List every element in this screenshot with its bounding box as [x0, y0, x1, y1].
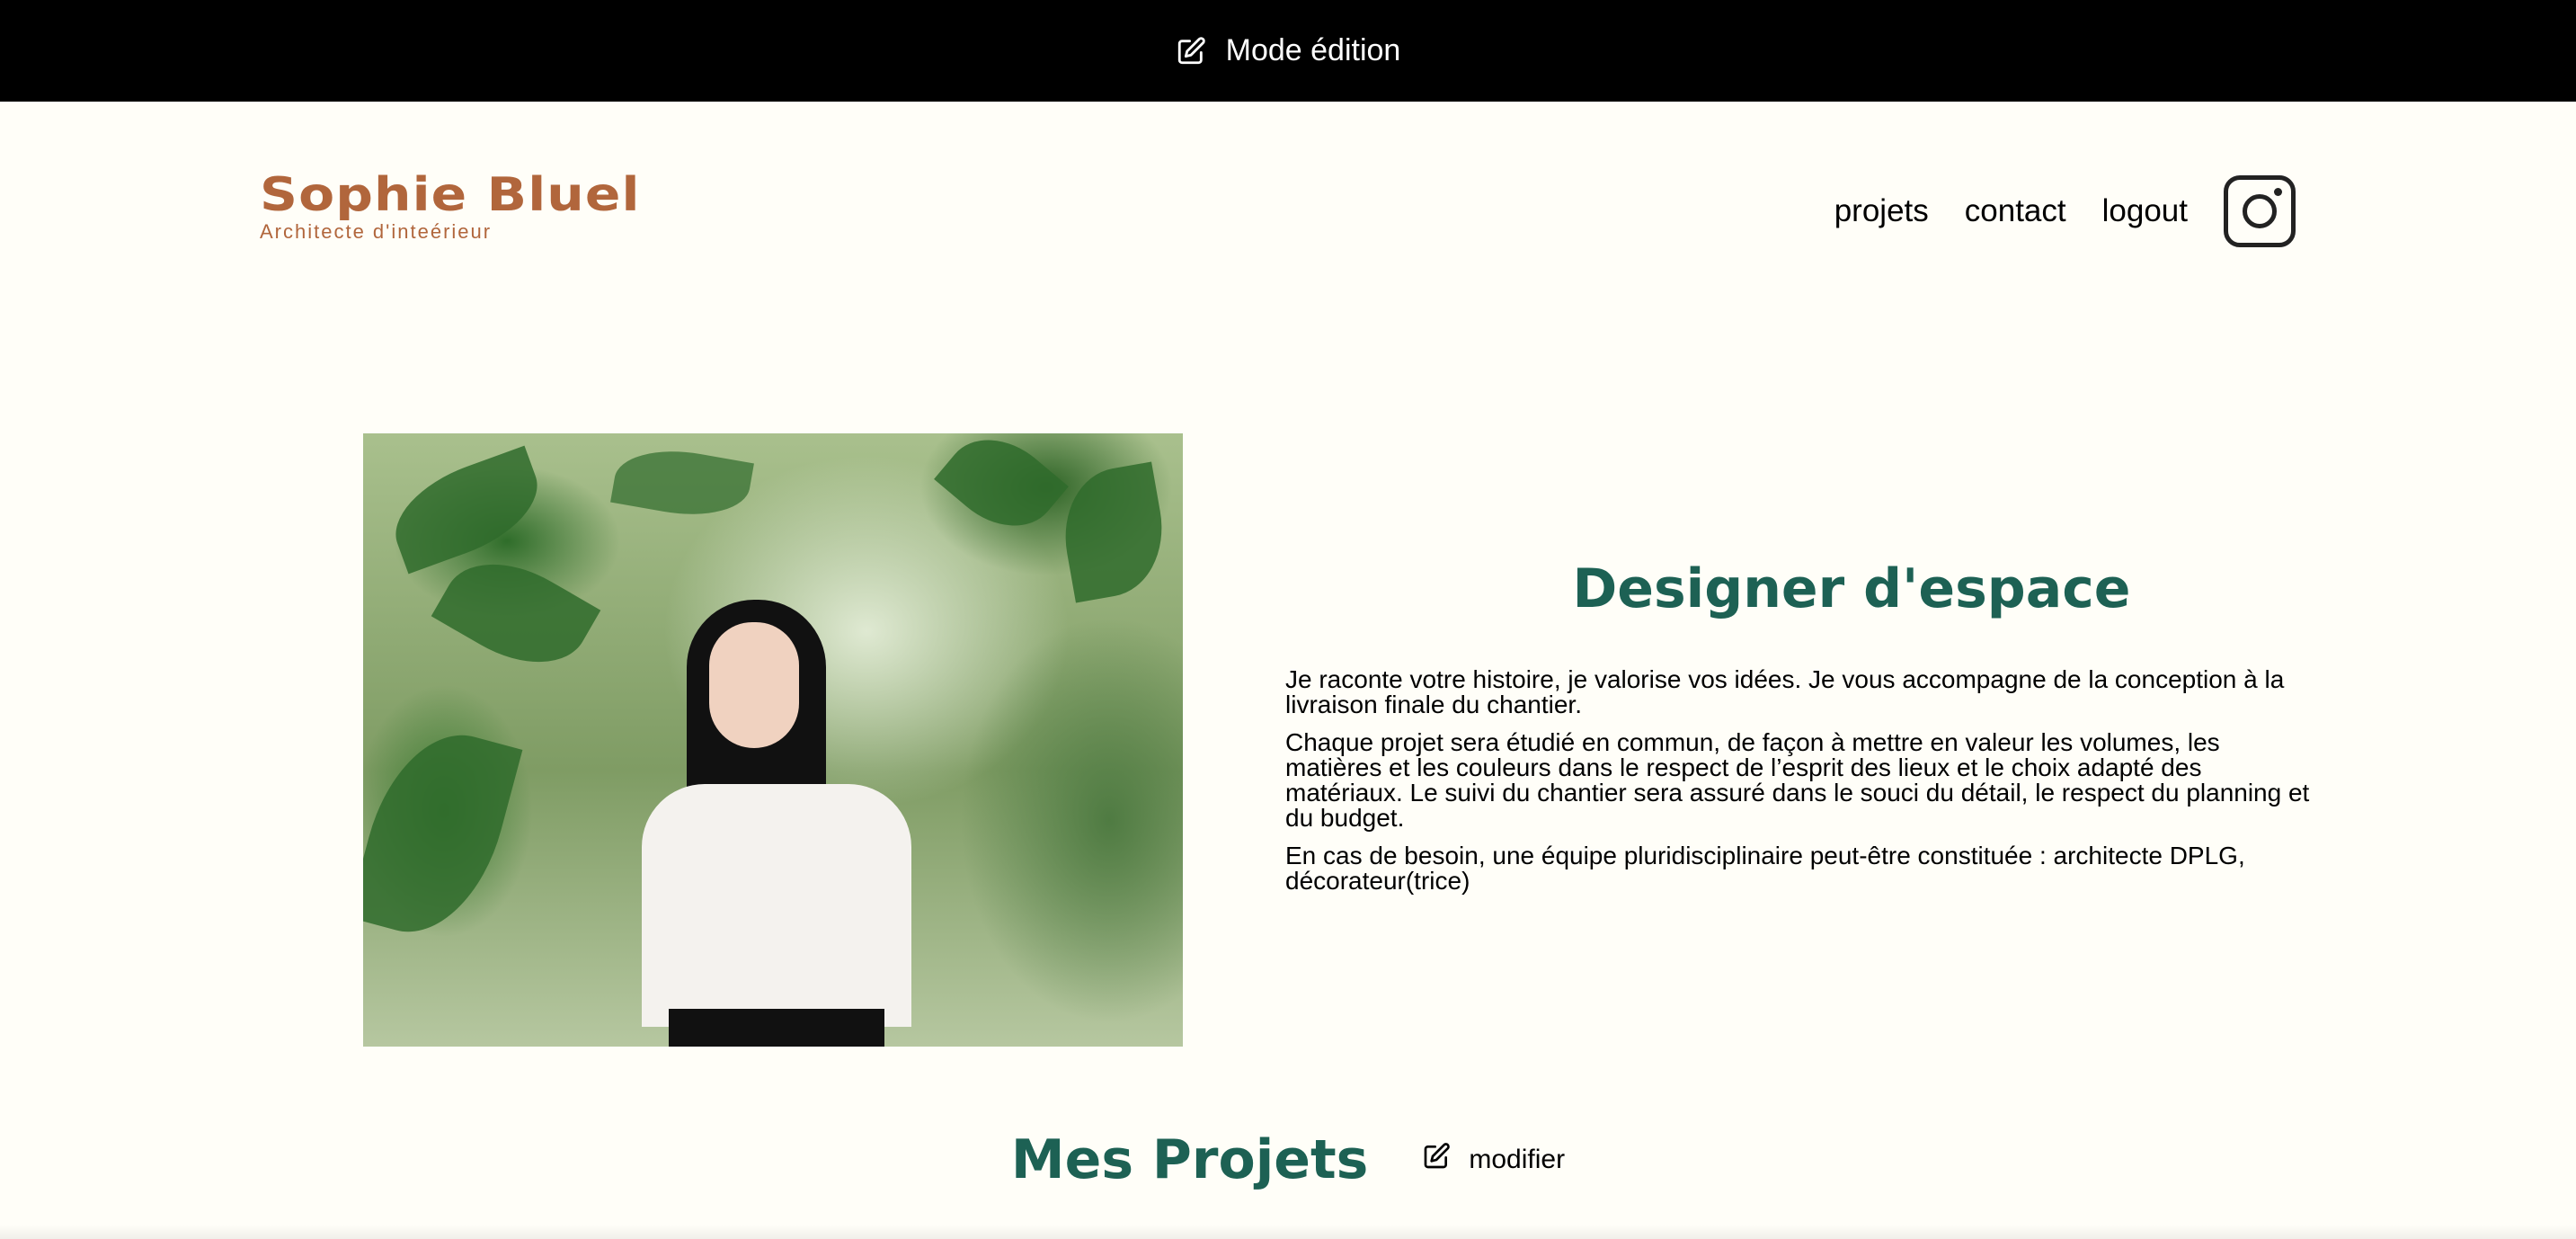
intro-paragraph: Je raconte votre histoire, je valorise v…: [1285, 665, 2285, 718]
scroll-shadow: [0, 1225, 2576, 1239]
nav-link-projets[interactable]: projets: [1834, 193, 1929, 229]
site-logo[interactable]: Sophie Bluel Architecte d'inteérieur: [260, 172, 639, 244]
edit-mode-bar: Mode édition: [0, 0, 2576, 102]
intro-section: Designer d'espace Je raconte votre histo…: [1285, 557, 2310, 906]
profile-photo: [363, 433, 1183, 1047]
edit-mode-label: Mode édition: [1225, 33, 1401, 67]
main-nav: projets contact logout: [1834, 175, 2296, 247]
instagram-icon[interactable]: [2224, 175, 2296, 247]
projects-header: Mes Projets modifier: [0, 1128, 2576, 1191]
edit-icon: [1422, 1142, 1451, 1178]
intro-paragraph: En cas de besoin, une équipe pluridiscip…: [1285, 842, 2245, 895]
logo-subtitle: Architecte d'inteérieur: [260, 220, 493, 243]
modify-button[interactable]: modifier: [1422, 1142, 1565, 1178]
logo-name: Sophie Bluel: [260, 168, 641, 222]
nav-link-contact[interactable]: contact: [1965, 193, 2066, 229]
projects-title: Mes Projets: [1010, 1128, 1369, 1191]
edit-icon: [1176, 36, 1206, 67]
intro-paragraph: Chaque projet sera étudié en commun, de …: [1285, 728, 2310, 832]
modify-label: modifier: [1469, 1145, 1566, 1174]
intro-title: Designer d'espace: [1572, 557, 2131, 620]
site-header: Sophie Bluel Architecte d'inteérieur pro…: [0, 102, 2576, 326]
nav-link-logout[interactable]: logout: [2102, 193, 2188, 229]
